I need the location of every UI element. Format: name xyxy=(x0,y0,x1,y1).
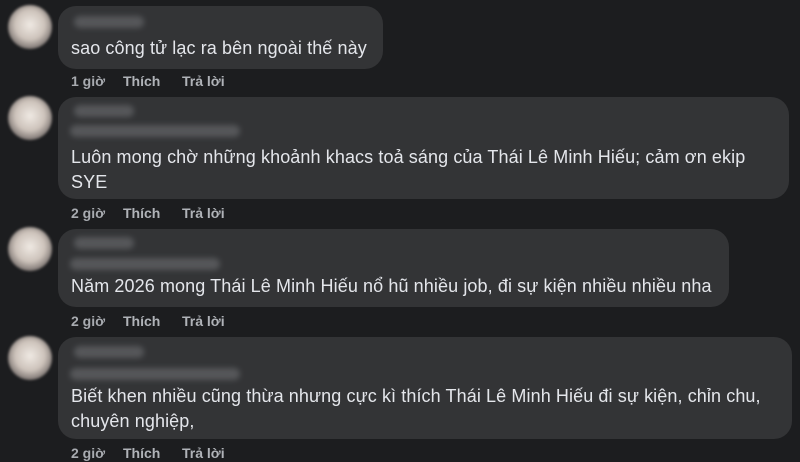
avatar[interactable] xyxy=(8,96,52,140)
comment-text: Biết khen nhiều cũng thừa nhưng cực kì t… xyxy=(71,386,761,431)
avatar[interactable] xyxy=(8,227,52,271)
comment-bubble: Năm 2026 mong Thái Lê Minh Hiếu nổ hũ nh… xyxy=(58,229,729,307)
reply-button[interactable]: Trả lời xyxy=(182,73,225,89)
author-name-redacted[interactable] xyxy=(70,368,240,380)
author-name-redacted[interactable] xyxy=(74,105,134,117)
comment-actions: 1 giờ Thích Trả lời xyxy=(71,73,225,89)
comment-text: sao công tử lạc ra bên ngoài thế này xyxy=(71,38,367,58)
like-button[interactable]: Thích xyxy=(123,73,182,89)
comment-bubble: sao công tử lạc ra bên ngoài thế này xyxy=(58,6,383,69)
author-name-redacted[interactable] xyxy=(70,258,220,270)
author-name-redacted[interactable] xyxy=(74,346,144,358)
like-button[interactable]: Thích xyxy=(123,205,182,221)
comment-timestamp[interactable]: 2 giờ xyxy=(71,313,123,329)
reply-button[interactable]: Trả lời xyxy=(182,445,225,461)
comment-text: Năm 2026 mong Thái Lê Minh Hiếu nổ hũ nh… xyxy=(71,276,712,296)
comment-timestamp[interactable]: 2 giờ xyxy=(71,205,123,221)
reply-button[interactable]: Trả lời xyxy=(182,205,225,221)
reply-button[interactable]: Trả lời xyxy=(182,313,225,329)
like-button[interactable]: Thích xyxy=(123,313,182,329)
comment-bubble: Luôn mong chờ những khoảnh khacs toả sán… xyxy=(58,97,789,199)
comment-bubble: Biết khen nhiều cũng thừa nhưng cực kì t… xyxy=(58,337,792,439)
comment-actions: 2 giờ Thích Trả lời xyxy=(71,313,225,329)
like-button[interactable]: Thích xyxy=(123,445,182,461)
comment-text: Luôn mong chờ những khoảnh khacs toả sán… xyxy=(71,147,746,192)
comment-timestamp[interactable]: 2 giờ xyxy=(71,445,123,461)
avatar[interactable] xyxy=(8,336,52,380)
author-name-redacted[interactable] xyxy=(70,125,240,137)
author-name-redacted[interactable] xyxy=(74,237,134,249)
comment-timestamp[interactable]: 1 giờ xyxy=(71,73,123,89)
comment-actions: 2 giờ Thích Trả lời xyxy=(71,205,225,221)
author-name-redacted[interactable] xyxy=(74,16,144,28)
comment-actions: 2 giờ Thích Trả lời xyxy=(71,445,225,461)
avatar[interactable] xyxy=(8,5,52,49)
